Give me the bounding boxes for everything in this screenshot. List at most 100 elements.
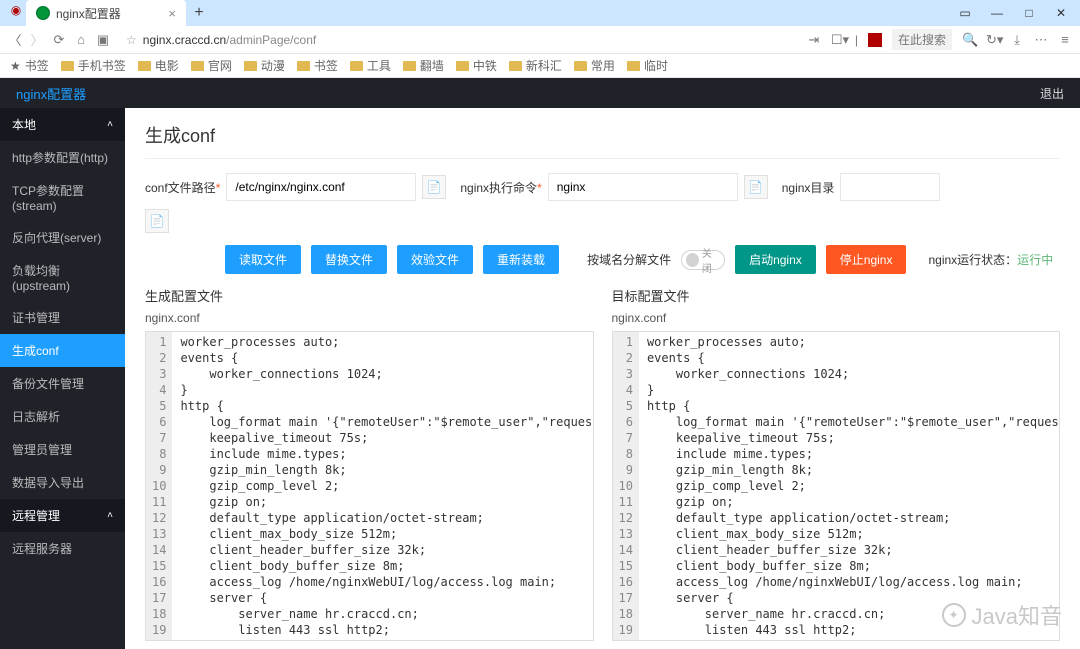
win-monitor-icon[interactable]: ▭: [950, 2, 980, 24]
refresh-icon[interactable]: ⟳: [52, 32, 66, 48]
sidebar-item[interactable]: 生成conf: [0, 334, 125, 367]
sidebar-item[interactable]: 备份文件管理: [0, 367, 125, 400]
toolbar: 读取文件 替换文件 效验文件 重新装载 按域名分解文件 关闭 启动nginx 停…: [145, 245, 1060, 274]
home-icon[interactable]: ⌂: [74, 32, 88, 47]
sidebar-item[interactable]: 管理员管理: [0, 433, 125, 466]
split-switch[interactable]: 关闭: [681, 250, 725, 270]
sidebar-item[interactable]: 反向代理(server): [0, 221, 125, 254]
target-config-filename: nginx.conf: [612, 311, 1061, 325]
dir-input[interactable]: [840, 173, 940, 201]
folder-icon: [244, 61, 257, 71]
status-value: 运行中: [1017, 253, 1053, 267]
bookmark-folder[interactable]: 翻墙: [403, 57, 444, 74]
form-row-paths: conf文件路径* 📄 nginx执行命令* 📄 nginx目录: [145, 173, 1060, 201]
search-hint[interactable]: 在此搜索: [892, 29, 952, 50]
open-file-icon[interactable]: 📄: [744, 175, 768, 199]
tab-close-icon[interactable]: ×: [168, 6, 176, 21]
generated-config-filename: nginx.conf: [145, 311, 594, 325]
bookmark-folder[interactable]: 官网: [191, 57, 232, 74]
reload-button[interactable]: 重新装载: [483, 245, 559, 274]
chevron-up-icon: ˄: [107, 510, 113, 521]
target-config-editor[interactable]: 123456789101112131415161718192021222324 …: [612, 331, 1061, 641]
bookmarks-root[interactable]: ★ 书签: [10, 57, 49, 74]
bookmark-folder[interactable]: 书签: [297, 57, 338, 74]
back-icon[interactable]: 〈: [8, 30, 22, 49]
open-file-icon[interactable]: 📄: [145, 209, 169, 233]
bookmark-folder[interactable]: 新科汇: [509, 57, 562, 74]
open-file-icon[interactable]: 📄: [422, 175, 446, 199]
app-body: 本地˄ http参数配置(http)TCP参数配置(stream)反向代理(se…: [0, 108, 1080, 649]
win-maximize-icon[interactable]: □: [1014, 2, 1044, 24]
folder-icon: [509, 61, 522, 71]
bookmark-star-icon[interactable]: ☆: [126, 33, 137, 47]
validate-file-button[interactable]: 效验文件: [397, 245, 473, 274]
target-config-column: 目标配置文件 nginx.conf 1234567891011121314151…: [612, 286, 1061, 641]
sidebar-item[interactable]: 数据导入导出: [0, 466, 125, 499]
bookmark-folder[interactable]: 动漫: [244, 57, 285, 74]
bookmark-folder[interactable]: 临时: [627, 57, 668, 74]
page-title: 生成conf: [145, 122, 1060, 159]
bookmark-folder[interactable]: 常用: [574, 57, 615, 74]
sidebar-toggle-icon[interactable]: ▣: [96, 32, 110, 48]
bookmark-folder[interactable]: 中铁: [456, 57, 497, 74]
dir-label: nginx目录: [782, 179, 835, 196]
generated-config-title: 生成配置文件: [145, 286, 594, 305]
folder-icon: [627, 61, 640, 71]
folder-icon: [191, 61, 204, 71]
menu-dots-icon[interactable]: ⋯: [1034, 32, 1048, 48]
nginx-icon: [36, 6, 50, 20]
main-content: 生成conf conf文件路径* 📄 nginx执行命令* 📄 nginx目录 …: [125, 108, 1080, 649]
forward-icon[interactable]: 〉: [30, 30, 44, 49]
bookmark-folder[interactable]: 工具: [350, 57, 391, 74]
folder-icon: [297, 61, 310, 71]
folder-icon: [403, 61, 416, 71]
search-icon[interactable]: 🔍: [962, 32, 976, 48]
browser-tab[interactable]: nginx配置器 ×: [26, 0, 186, 26]
folder-icon: [61, 61, 74, 71]
generated-config-editor[interactable]: 123456789101112131415161718192021222324 …: [145, 331, 594, 641]
logout-link[interactable]: 退出: [1040, 85, 1064, 102]
folder-icon: [138, 61, 151, 71]
stop-nginx-button[interactable]: 停止nginx: [826, 245, 907, 274]
tab-bar: ◉ nginx配置器 × + ▭ — □ ✕: [0, 0, 1080, 26]
exec-input[interactable]: [548, 173, 738, 201]
conf-path-label: conf文件路径*: [145, 179, 220, 196]
sidebar-item[interactable]: 远程服务器: [0, 532, 125, 565]
brand[interactable]: nginx配置器: [16, 84, 86, 103]
sidebar-item[interactable]: 负载均衡(upstream): [0, 254, 125, 301]
bookmarks-bar: ★ 书签 手机书签 电影 官网 动漫 书签 工具 翻墙 中铁 新科汇 常用 临时: [0, 54, 1080, 78]
sidebar-item[interactable]: 证书管理: [0, 301, 125, 334]
bookmark-folder[interactable]: 电影: [138, 57, 179, 74]
new-tab-button[interactable]: +: [186, 4, 212, 22]
win-minimize-icon[interactable]: —: [982, 2, 1012, 24]
download-icon[interactable]: ⤓: [1010, 32, 1024, 48]
sidebar-item[interactable]: http参数配置(http): [0, 141, 125, 174]
target-config-title: 目标配置文件: [612, 286, 1061, 305]
sidebar-group-remote[interactable]: 远程管理˄: [0, 499, 125, 532]
action-icon[interactable]: ⇥: [807, 32, 821, 48]
browser-chrome: ◉ nginx配置器 × + ▭ — □ ✕ 〈 〉 ⟳ ⌂ ▣ ☆ nginx…: [0, 0, 1080, 78]
folder-icon: [574, 61, 587, 71]
win-close-icon[interactable]: ✕: [1046, 2, 1076, 24]
history-icon[interactable]: ↻▾: [986, 32, 1000, 48]
generated-config-column: 生成配置文件 nginx.conf 1234567891011121314151…: [145, 286, 594, 641]
conf-path-input[interactable]: [226, 173, 416, 201]
wechat-icon: ✦: [942, 603, 966, 627]
read-file-button[interactable]: 读取文件: [225, 245, 301, 274]
sidebar-item[interactable]: 日志解析: [0, 400, 125, 433]
editors: 生成配置文件 nginx.conf 1234567891011121314151…: [145, 286, 1060, 641]
sidebar: 本地˄ http参数配置(http)TCP参数配置(stream)反向代理(se…: [0, 108, 125, 649]
hamburger-icon[interactable]: ≡: [1058, 32, 1072, 47]
replace-file-button[interactable]: 替换文件: [311, 245, 387, 274]
share-icon[interactable]: ☐▾: [831, 32, 845, 48]
url-display[interactable]: nginx.craccd.cn/adminPage/conf: [143, 33, 316, 47]
start-nginx-button[interactable]: 启动nginx: [735, 245, 816, 274]
watermark: ✦ Java知音: [942, 599, 1062, 631]
sidebar-group-local[interactable]: 本地˄: [0, 108, 125, 141]
search-engine-icon[interactable]: [868, 33, 882, 47]
split-by-domain-label: 按域名分解文件: [587, 251, 671, 268]
status-label: nginx运行状态：运行中: [928, 251, 1053, 268]
bookmark-folder[interactable]: 手机书签: [61, 57, 126, 74]
sidebar-item[interactable]: TCP参数配置(stream): [0, 174, 125, 221]
folder-icon: [456, 61, 469, 71]
